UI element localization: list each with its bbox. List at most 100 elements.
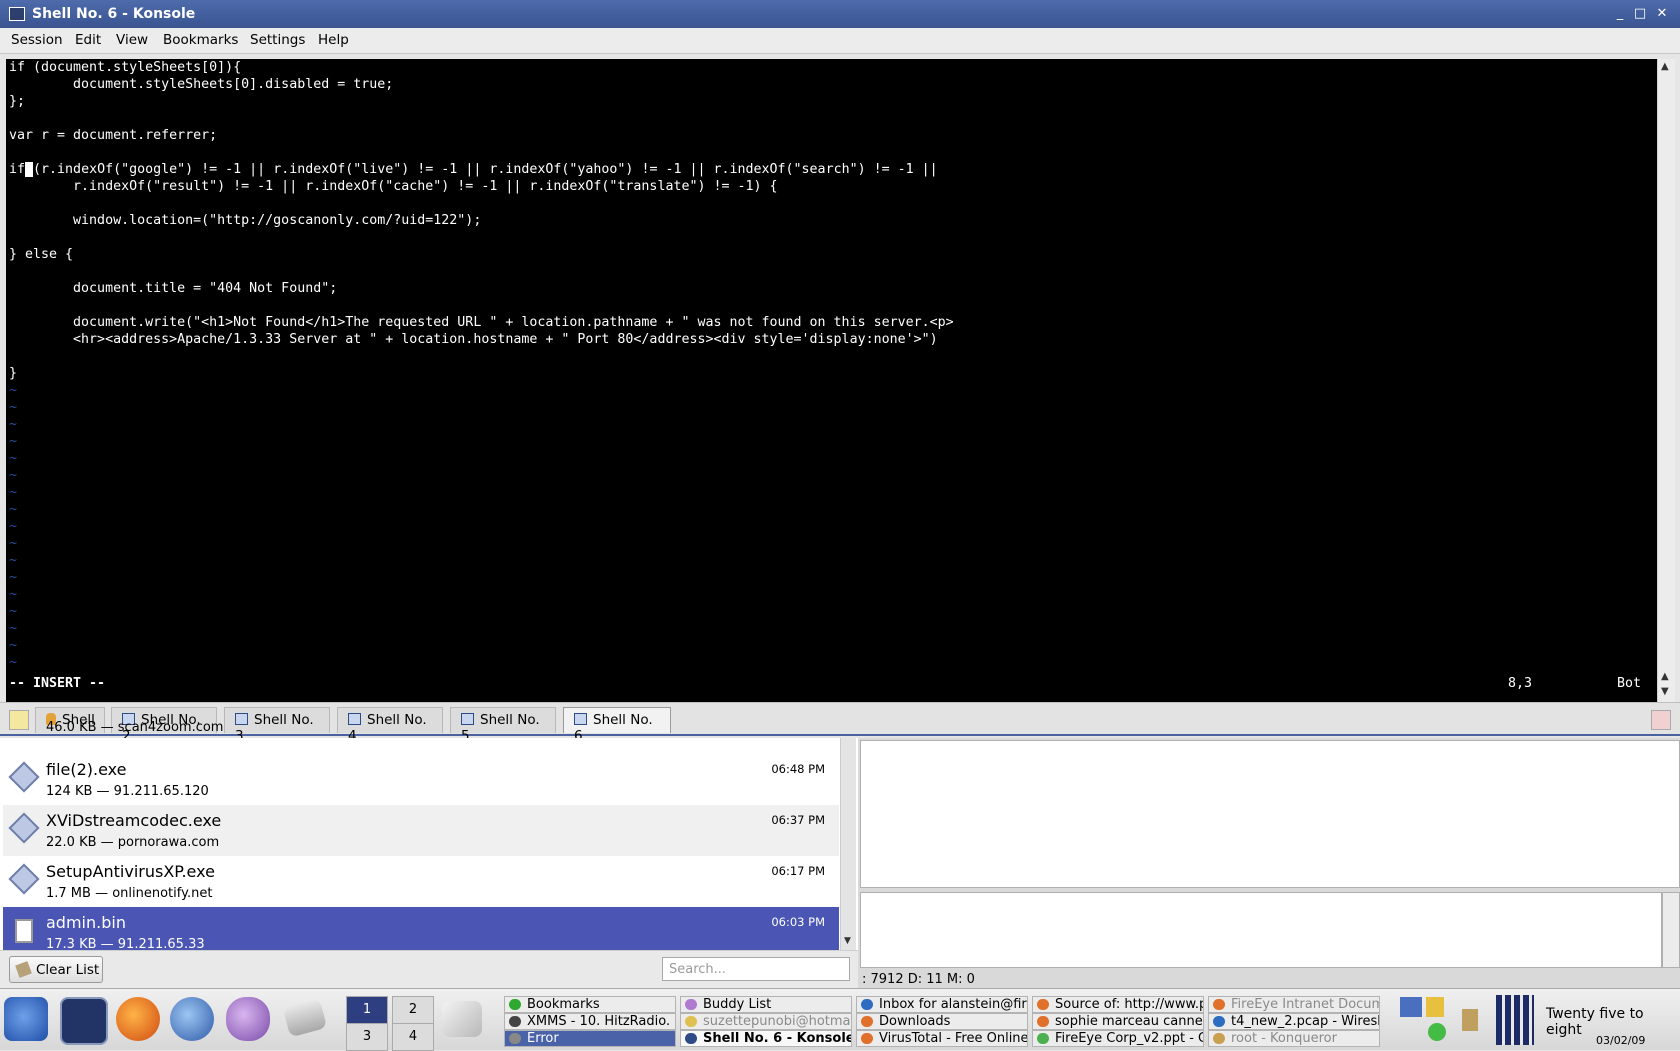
taskbar-item[interactable]: VirusTotal - Free Online	[856, 1030, 1028, 1047]
download-item-adminbin[interactable]: admin.bin 17.3 KB — 91.211.65.33 06:03 P…	[3, 907, 839, 952]
empty-line-marker: ~	[9, 468, 18, 483]
updates-tray-icon[interactable]	[1426, 997, 1444, 1017]
maximize-button[interactable]: □	[1632, 6, 1648, 22]
taskbar-item[interactable]: t4_new_2.pcap - Wiresh	[1208, 1013, 1380, 1030]
menu-settings[interactable]: Settings	[250, 32, 305, 48]
terminal-view[interactable]: if (document.styleSheets[0]){ document.s…	[6, 59, 1657, 702]
terminal-scrollbar[interactable]: ▲ ▲ ▼	[1657, 59, 1675, 702]
download-item-setupantivirus[interactable]: SetupAntivirusXP.exe 1.7 MB — onlinenoti…	[3, 856, 839, 907]
menu-bar: Session Edit View Bookmarks Settings Hel…	[0, 28, 1680, 54]
pager-desktop-4[interactable]: 4	[392, 1023, 434, 1051]
background-app-panel: : 7912 D: 11 M: 0	[858, 738, 1680, 988]
taskbar-item[interactable]: Shell No. 6 - Konsole	[680, 1030, 852, 1047]
konsole-app-icon[interactable]	[9, 7, 25, 21]
taskbar-item[interactable]: Error	[504, 1030, 676, 1047]
download-meta: 46.0 KB — scan4zoom.com	[46, 720, 224, 735]
system-monitor-icon[interactable]	[1496, 995, 1534, 1045]
pager-desktop-2[interactable]: 2	[392, 996, 434, 1024]
taskbar-item[interactable]: FireEye Corp_v2.ppt - C	[1032, 1030, 1204, 1047]
scroll-up-icon-bottom[interactable]: ▲	[1661, 671, 1669, 682]
broom-icon	[15, 961, 32, 978]
taskbar-item[interactable]: FireEye Intranet Docum	[1208, 996, 1380, 1013]
show-desktop-icon[interactable]	[442, 1001, 482, 1037]
download-time: 06:03 PM	[771, 915, 825, 929]
taskbar-item[interactable]: Downloads	[856, 1013, 1028, 1030]
pager-desktop-3[interactable]: 3	[346, 1023, 388, 1051]
taskbar-item[interactable]: Source of: http://www.p	[1032, 996, 1204, 1013]
minimize-button[interactable]: _	[1612, 6, 1628, 22]
text-cursor	[25, 162, 34, 177]
taskbar-item[interactable]: Bookmarks	[504, 996, 676, 1013]
task-label: Inbox for alanstein@fir	[879, 997, 1027, 1012]
menu-view[interactable]: View	[116, 32, 148, 48]
downloads-footer: Clear List Search...	[0, 950, 858, 988]
scroll-up-icon[interactable]: ▲	[1661, 61, 1669, 72]
window-titlebar[interactable]: Shell No. 6 - Konsole _ □ ✕	[0, 0, 1680, 28]
task-label: XMMS - 10. HitzRadio.	[527, 1014, 671, 1029]
task-app-icon	[509, 1016, 521, 1027]
empty-line-marker: ~	[9, 434, 18, 449]
empty-line-marker: ~	[9, 400, 18, 415]
clipboard-tray-icon[interactable]	[1462, 1009, 1478, 1031]
taskbar-item[interactable]: XMMS - 10. HitzRadio.	[504, 1013, 676, 1030]
task-app-icon	[1213, 1016, 1225, 1027]
empty-line-marker: ~	[9, 587, 18, 602]
panel-text-area[interactable]	[860, 892, 1662, 968]
task-app-icon	[861, 1033, 873, 1044]
empty-line-marker: ~	[9, 604, 18, 619]
code-line: var r = document.referrer;	[9, 128, 218, 143]
download-meta: 22.0 KB — pornorawa.com	[46, 835, 220, 850]
panel-scrollbar[interactable]	[1662, 892, 1680, 968]
download-item-xvid[interactable]: XViDstreamcodec.exe 22.0 KB — pornorawa.…	[3, 805, 839, 856]
network-tray-icon[interactable]	[1400, 997, 1422, 1017]
executable-icon	[8, 812, 40, 844]
menu-help[interactable]: Help	[318, 32, 349, 48]
task-app-icon	[685, 1016, 697, 1027]
download-name: XViDstreamcodec.exe	[46, 811, 222, 830]
taskbar-item[interactable]: suzettepunobi@hotma	[680, 1013, 852, 1030]
close-button[interactable]: ✕	[1654, 6, 1670, 22]
panel-content-area[interactable]	[860, 740, 1680, 888]
vim-scroll-position: Bot	[1617, 676, 1642, 691]
list-item-partial[interactable]: 46.0 KB — scan4zoom.com	[3, 720, 839, 740]
task-app-icon	[509, 999, 521, 1010]
thunderbird-icon[interactable]	[170, 997, 214, 1041]
menu-session[interactable]: Session	[11, 32, 63, 48]
code-line: document.title = "404 Not Found";	[9, 281, 338, 296]
empty-line-marker: ~	[9, 655, 18, 670]
status-tray-icon[interactable]	[1428, 1023, 1446, 1041]
menu-bookmarks[interactable]: Bookmarks	[163, 32, 238, 48]
calculator-icon[interactable]	[282, 998, 328, 1038]
downloads-scrollbar[interactable]: ▼	[840, 738, 856, 950]
menu-edit[interactable]: Edit	[75, 32, 101, 48]
pidgin-icon[interactable]	[226, 997, 270, 1041]
scroll-down-icon[interactable]: ▼	[844, 936, 851, 946]
taskbar-item[interactable]: sophie marceau canne	[1032, 1013, 1204, 1030]
executable-icon	[8, 761, 40, 793]
terminal-launcher-icon[interactable]	[60, 997, 108, 1045]
download-meta: 124 KB — 91.211.65.120	[46, 784, 209, 799]
executable-icon	[8, 863, 40, 895]
taskbar-item[interactable]: Inbox for alanstein@fir	[856, 996, 1028, 1013]
vim-buffer: if (document.styleSheets[0]){ document.s…	[9, 59, 954, 671]
task-label: t4_new_2.pcap - Wiresh	[1231, 1014, 1380, 1029]
downloads-search-input[interactable]: Search...	[662, 957, 850, 981]
download-name: SetupAntivirusXP.exe	[46, 862, 215, 881]
download-item-file2[interactable]: file(2).exe 124 KB — 91.211.65.120 06:48…	[3, 754, 839, 805]
scroll-down-icon[interactable]: ▼	[1661, 686, 1669, 697]
clear-list-button[interactable]: Clear List	[9, 956, 103, 983]
task-app-icon	[1037, 999, 1049, 1010]
firefox-icon[interactable]	[116, 997, 160, 1041]
empty-line-marker: ~	[9, 621, 18, 636]
code-line: } else {	[9, 247, 74, 262]
clock-date: 03/02/09	[1596, 1034, 1646, 1047]
pager-desktop-1[interactable]: 1	[346, 996, 388, 1024]
fedora-menu-icon[interactable]	[4, 997, 48, 1041]
taskbar-item[interactable]: root - Konqueror	[1208, 1030, 1380, 1047]
code-line: <hr><address>Apache/1.3.33 Server at " +…	[9, 332, 938, 347]
taskbar-item[interactable]: Buddy List	[680, 996, 852, 1013]
close-session-icon[interactable]	[1651, 710, 1671, 730]
empty-line-marker: ~	[9, 519, 18, 534]
